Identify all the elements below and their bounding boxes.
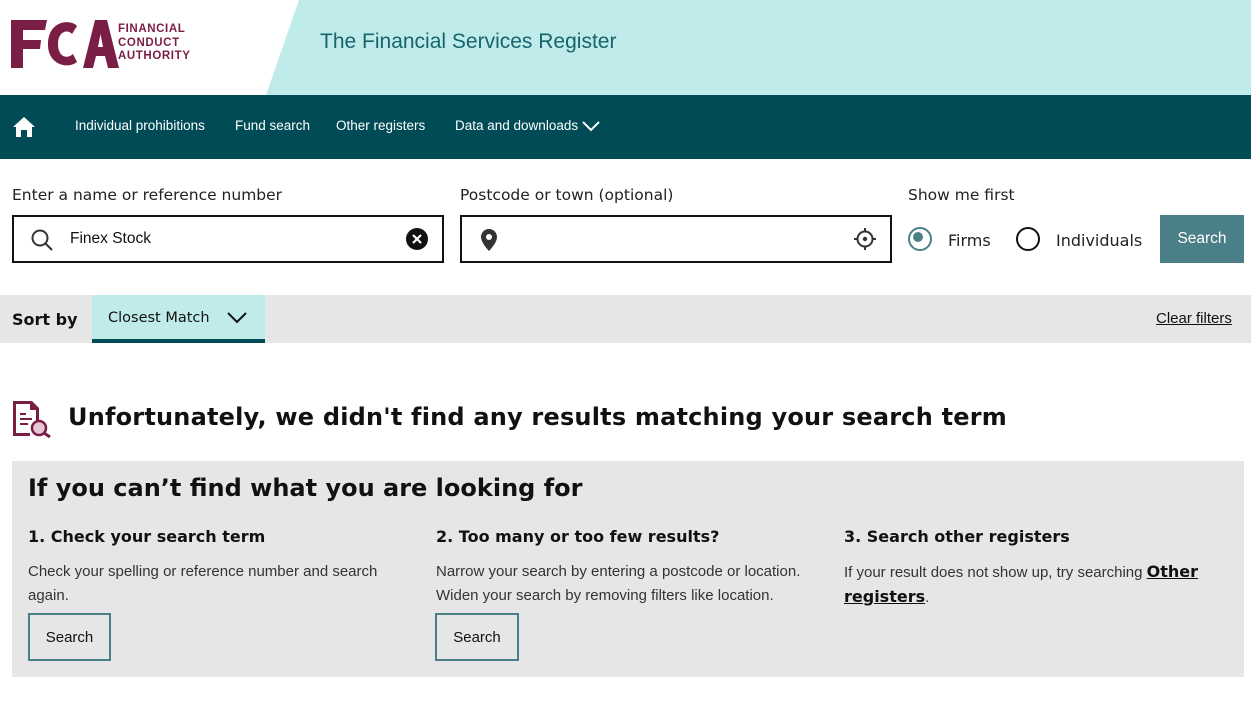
location-input[interactable] — [460, 215, 892, 263]
nav-fund-search[interactable]: Fund search — [235, 118, 310, 133]
help-text: Check your spelling or reference number … — [28, 563, 378, 604]
logo-wordmark: FINANCIAL CONDUCT AUTHORITY — [118, 23, 190, 64]
sort-selected-value: Closest Match — [108, 310, 210, 326]
help-panel-title: If you can’t find what you are looking f… — [28, 474, 583, 502]
help-column-check-search: 1. Check your search term Check your spe… — [28, 527, 408, 608]
help-text-before: If your result does not show up, try sea… — [844, 564, 1147, 581]
location-field-label: Postcode or town (optional) — [460, 186, 674, 204]
clear-icon[interactable] — [406, 228, 428, 250]
location-pin-icon — [481, 229, 497, 251]
nav-data-and-downloads[interactable]: Data and downloads — [455, 118, 578, 133]
home-icon[interactable] — [12, 115, 36, 139]
name-search-input[interactable]: Finex Stock — [12, 215, 444, 263]
help-text-after: . — [925, 589, 930, 606]
chevron-down-icon[interactable] — [582, 120, 600, 132]
help-heading: 1. Check your search term — [28, 527, 266, 546]
check-search-button[interactable]: Search — [28, 613, 111, 661]
individuals-radio[interactable] — [1016, 227, 1040, 251]
help-text: If your result does not show up, try sea… — [844, 560, 1224, 610]
document-search-icon — [13, 401, 51, 438]
help-column-other-registers: 3. Search other registers If your result… — [844, 527, 1224, 610]
no-results-message: Unfortunately, we didn't find any result… — [68, 403, 1007, 431]
individuals-radio-label[interactable]: Individuals — [1056, 231, 1142, 250]
logo-line: CONDUCT — [118, 36, 180, 49]
help-heading: 2. Too many or too few results? — [436, 527, 720, 546]
firms-radio-label[interactable]: Firms — [948, 231, 991, 250]
help-heading: 3. Search other registers — [844, 527, 1070, 546]
search-button[interactable]: Search — [1160, 215, 1244, 263]
main-nav: Individual prohibitions Fund search Othe… — [0, 95, 1251, 159]
clear-filters-link[interactable]: Clear filters — [1156, 310, 1232, 327]
search-icon — [31, 229, 53, 251]
firms-radio[interactable] — [908, 227, 932, 251]
show-me-first-label: Show me first — [908, 186, 1015, 204]
refine-search-button[interactable]: Search — [435, 613, 519, 661]
chevron-down-icon — [227, 312, 247, 324]
nav-individual-prohibitions[interactable]: Individual prohibitions — [75, 118, 205, 133]
help-text: Narrow your search by entering a postcod… — [436, 563, 801, 604]
nav-other-registers[interactable]: Other registers — [336, 118, 425, 133]
help-column-results: 2. Too many or too few results? Narrow y… — [436, 527, 816, 608]
name-field-label: Enter a name or reference number — [12, 186, 283, 204]
site-title[interactable]: The Financial Services Register — [320, 30, 616, 54]
sort-select[interactable]: Closest Match — [92, 295, 265, 343]
logo-line: FINANCIAL — [118, 23, 186, 35]
help-panel: If you can’t find what you are looking f… — [12, 461, 1244, 677]
site-header: FINANCIAL CONDUCT AUTHORITY The Financia… — [0, 0, 1251, 95]
logo-line: AUTHORITY — [118, 50, 191, 62]
name-search-value[interactable]: Finex Stock — [70, 230, 151, 248]
locate-me-icon[interactable] — [853, 227, 877, 251]
sort-bar: Sort by Closest Match Clear filters — [0, 295, 1251, 343]
sort-by-label: Sort by — [12, 310, 78, 329]
